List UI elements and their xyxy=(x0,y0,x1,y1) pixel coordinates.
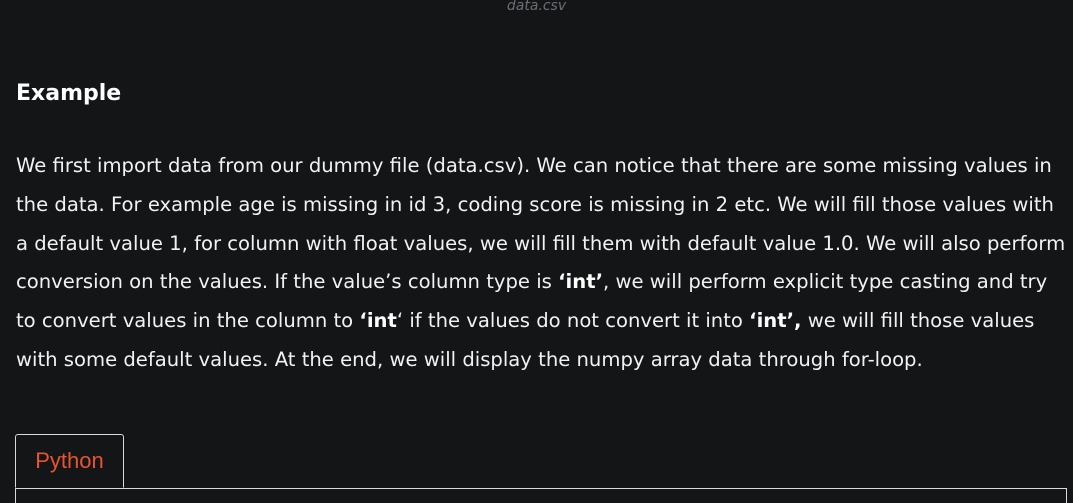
article-page: data.csv Example We first import data fr… xyxy=(0,0,1073,503)
paragraph-bold-int-3: ‘int’, xyxy=(749,309,802,333)
tab-python[interactable]: Python xyxy=(15,434,124,488)
section-heading: Example xyxy=(16,81,122,106)
code-panel xyxy=(15,488,1067,503)
paragraph-text-3: ‘ if the values do not convert it into xyxy=(396,309,750,333)
paragraph-bold-int-1: ‘int’ xyxy=(558,270,604,294)
image-caption: data.csv xyxy=(506,0,567,14)
tab-python-label: Python xyxy=(35,448,104,473)
example-paragraph: We first import data from our dummy file… xyxy=(16,147,1066,380)
paragraph-bold-int-2: ‘int xyxy=(359,309,397,333)
